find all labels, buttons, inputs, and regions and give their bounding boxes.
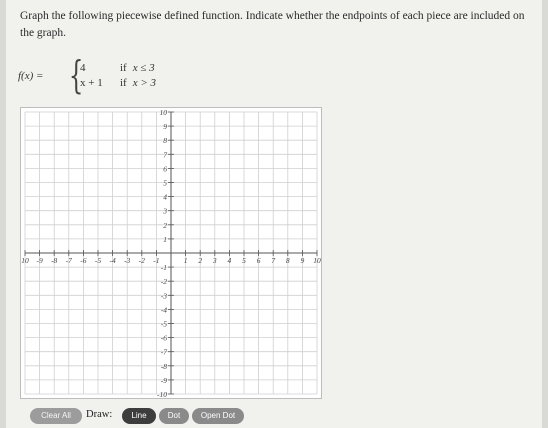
case-condition-expr: x ≤ 3 xyxy=(132,62,155,74)
y-tick-label: -6 xyxy=(161,334,167,343)
y-tick-label: -8 xyxy=(161,362,167,371)
x-tick-label: -6 xyxy=(80,256,86,265)
case-condition: if x ≤ 3 xyxy=(120,62,155,74)
y-tick-label: 3 xyxy=(162,207,167,216)
x-tick-label: 7 xyxy=(271,256,275,265)
x-tick-label: 5 xyxy=(242,256,246,265)
problem-text: Graph the following piecewise defined fu… xyxy=(20,10,525,39)
y-tick-label: 6 xyxy=(163,164,167,173)
x-tick-label: -8 xyxy=(51,256,57,265)
y-tick-label: 9 xyxy=(163,122,167,131)
function-lhs: f(x) = xyxy=(18,70,44,82)
x-tick-label: -7 xyxy=(66,256,72,265)
x-tick-label: -5 xyxy=(95,256,101,265)
y-tick-label: 7 xyxy=(163,150,167,159)
y-tick-label: -1 xyxy=(161,263,167,272)
x-tick-label: 8 xyxy=(286,256,290,265)
question-panel: Graph the following piecewise defined fu… xyxy=(6,0,542,428)
x-tick-label: -9 xyxy=(36,256,42,265)
x-tick-label: 10 xyxy=(313,256,321,265)
y-tick-label: 10 xyxy=(160,108,168,117)
dot-tool-button[interactable]: Dot xyxy=(159,408,189,424)
x-tick-label: 3 xyxy=(212,256,217,265)
y-tick-label: -5 xyxy=(161,320,167,329)
y-tick-label: -10 xyxy=(157,390,167,398)
x-tick-label: 1 xyxy=(184,256,188,265)
y-tick-label: 1 xyxy=(163,235,167,244)
draw-label: Draw: xyxy=(86,409,113,420)
x-tick-label: -4 xyxy=(109,256,115,265)
case-expression: x + 1 xyxy=(80,77,103,89)
x-tick-label: 4 xyxy=(228,256,232,265)
x-tick-label: -2 xyxy=(139,256,145,265)
function-cases: 4 if x ≤ 3 x + 1 if x > 3 xyxy=(80,62,190,92)
x-tick-label: 6 xyxy=(257,256,261,265)
case-expression: 4 xyxy=(80,62,86,74)
y-tick-label: 5 xyxy=(163,179,167,188)
y-tick-label: -2 xyxy=(161,277,167,286)
case-keyword: if xyxy=(120,77,127,89)
y-tick-label: -4 xyxy=(161,305,167,314)
x-tick-label: 2 xyxy=(198,256,202,265)
y-tick-label: 4 xyxy=(163,193,167,202)
graphing-canvas[interactable]: 10 -9 -8 -7 -6 -5 -4 -3 -2 -1 1 2 3 4 5 6 7 8 9 10 10 9 8 7 6 5 4 3… xyxy=(20,107,322,399)
case-row: x + 1 if x > 3 xyxy=(80,77,190,92)
open-dot-tool-button[interactable]: Open Dot xyxy=(192,408,244,424)
x-tick-label: 10 xyxy=(21,256,29,265)
case-keyword: if xyxy=(120,62,127,74)
case-row: 4 if x ≤ 3 xyxy=(80,62,190,77)
line-tool-button[interactable]: Line xyxy=(122,408,156,424)
y-tick-label: 8 xyxy=(163,136,167,145)
coordinate-grid[interactable]: 10 -9 -8 -7 -6 -5 -4 -3 -2 -1 1 2 3 4 5 6 7 8 9 10 10 9 8 7 6 5 4 3… xyxy=(21,108,321,399)
clear-all-button[interactable]: Clear All xyxy=(30,408,82,424)
y-tick-label: 2 xyxy=(163,221,167,230)
y-tick-label: -3 xyxy=(161,291,167,300)
case-condition-expr: x > 3 xyxy=(132,77,157,89)
y-tick-label: -7 xyxy=(161,348,167,357)
x-tick-label: -1 xyxy=(153,256,159,265)
x-tick-label: 9 xyxy=(301,256,305,265)
case-condition: if x > 3 xyxy=(120,77,156,89)
y-tick-label: -9 xyxy=(161,376,167,385)
x-tick-label: -3 xyxy=(124,256,130,265)
